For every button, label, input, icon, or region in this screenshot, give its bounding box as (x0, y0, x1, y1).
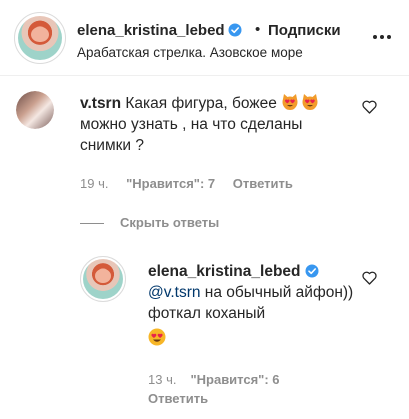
reply-timestamp[interactable]: 13 ч. (148, 372, 176, 387)
comment-text-line1: Какая фигура, божее (125, 95, 277, 112)
hide-replies-button[interactable]: Скрыть ответы (80, 215, 219, 230)
verified-badge-icon (305, 264, 318, 278)
owner-avatar[interactable] (14, 12, 66, 64)
comment-reply-button[interactable]: Ответить (233, 176, 293, 191)
post-header: elena_kristina_lebed • Подписки Арабатск… (0, 0, 409, 76)
following-button[interactable]: Подписки (268, 22, 341, 39)
location-link[interactable]: Арабатская стрелка. Азовское море (77, 45, 303, 60)
reply-mention-link[interactable]: @v.tsrn (148, 284, 200, 301)
owner-username-text[interactable]: elena_kristina_lebed (77, 22, 225, 39)
reply-likes-count[interactable]: "Нравится": 6 (190, 372, 279, 387)
reply-comment: elena_kristina_lebed @v.tsrn на обычный … (148, 261, 360, 349)
comment-timestamp[interactable]: 19 ч. (80, 176, 108, 191)
hide-replies-line (80, 223, 104, 225)
comment: v.tsrn Какая фигура, божее можно узнать … (80, 93, 350, 156)
comment-meta: 19 ч. "Нравится": 7 Ответить (80, 176, 307, 191)
reply-reply-button[interactable]: Ответить (148, 391, 208, 406)
reply-author-username[interactable]: elena_kristina_lebed (148, 263, 301, 280)
reply-author-avatar[interactable] (80, 256, 126, 302)
commenter-avatar[interactable] (16, 91, 54, 129)
comment-likes-count[interactable]: "Нравится": 7 (126, 176, 215, 191)
comment-text-rest: можно узнать , на что сделаны снимки ? (80, 116, 303, 154)
more-options-icon[interactable] (373, 35, 391, 41)
header-separator: • (255, 21, 261, 38)
like-reply-heart-icon[interactable] (362, 271, 377, 285)
heart-eyes-cat-emoji (282, 94, 298, 110)
verified-badge-icon (228, 23, 242, 37)
like-comment-heart-icon[interactable] (362, 100, 377, 114)
reply-meta: 13 ч. "Нравится": 6 Ответить (148, 370, 308, 408)
owner-username[interactable]: elena_kristina_lebed (77, 22, 242, 39)
hide-replies-label[interactable]: Скрыть ответы (120, 215, 219, 230)
commenter-username[interactable]: v.tsrn (80, 95, 121, 112)
heart-eyes-cat-emoji (302, 94, 318, 110)
heart-eyes-emoji (148, 328, 166, 346)
